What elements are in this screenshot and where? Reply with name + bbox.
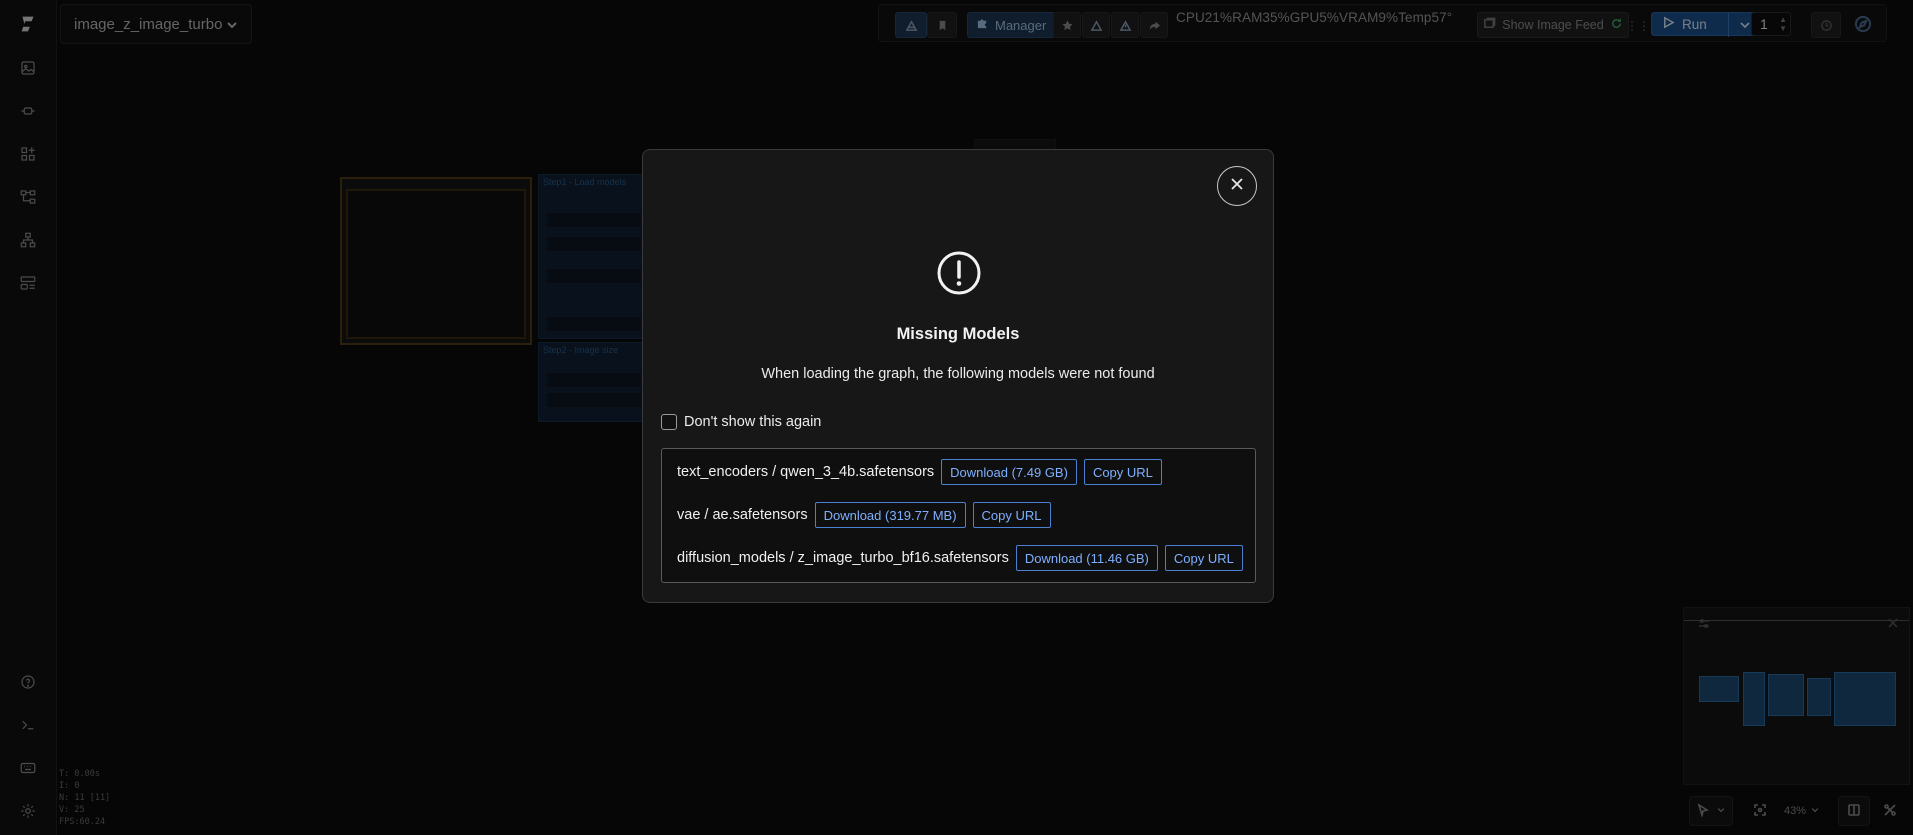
copy-url-button[interactable]: Copy URL (1164, 545, 1243, 571)
close-button[interactable] (1217, 166, 1257, 206)
list-item: text_encoders / qwen_3_4b.safetensors Do… (677, 459, 1162, 485)
copy-url-button[interactable]: Copy URL (972, 502, 1051, 528)
warning-icon (936, 250, 982, 296)
missing-models-dialog: Missing Models When loading the graph, t… (642, 149, 1274, 603)
dialog-message: When loading the graph, the following mo… (761, 366, 1155, 382)
download-button[interactable]: Download (11.46 GB) (1015, 545, 1158, 571)
download-button[interactable]: Download (319.77 MB) (814, 502, 966, 528)
model-path: text_encoders / qwen_3_4b.safetensors (677, 464, 935, 480)
dont-show-again-label: Don't show this again (684, 414, 822, 430)
list-item: diffusion_models / z_image_turbo_bf16.sa… (677, 545, 1243, 571)
download-button[interactable]: Download (7.49 GB) (941, 459, 1077, 485)
close-icon (1230, 177, 1244, 196)
model-path: diffusion_models / z_image_turbo_bf16.sa… (677, 550, 1009, 566)
copy-url-button[interactable]: Copy URL (1083, 459, 1162, 485)
model-path: vae / ae.safetensors (677, 507, 808, 523)
dont-show-again-checkbox[interactable] (661, 414, 677, 430)
list-item: vae / ae.safetensors Download (319.77 MB… (677, 502, 1051, 528)
dont-show-again-option[interactable]: Don't show this again (661, 414, 821, 430)
missing-models-list: text_encoders / qwen_3_4b.safetensors Do… (661, 448, 1256, 583)
dialog-title: Missing Models (896, 325, 1020, 343)
